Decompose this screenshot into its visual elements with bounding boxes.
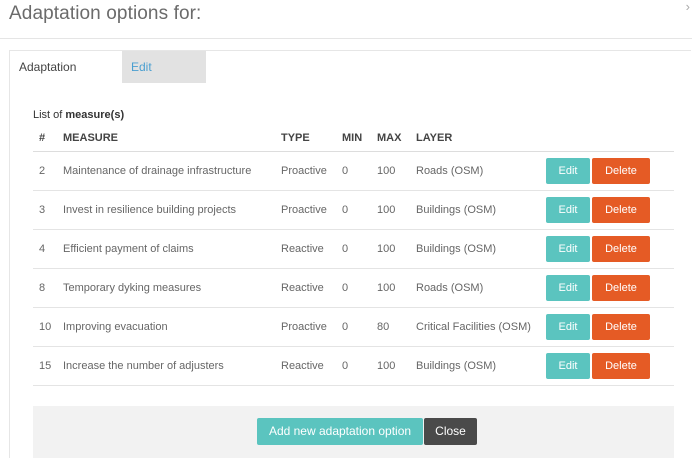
cell-actions: Edit Delete: [540, 151, 674, 191]
close-button[interactable]: Close: [424, 418, 477, 445]
column-header-max: MAX: [371, 125, 410, 152]
tab-edit-measure[interactable]: Edit measure: [122, 51, 206, 106]
column-header-min: MIN: [336, 125, 371, 152]
cell-measure: Invest in resilience building projects: [57, 190, 275, 230]
cell-type: Reactive: [275, 346, 336, 386]
edit-button[interactable]: Edit: [546, 197, 590, 223]
edit-button[interactable]: Edit: [546, 158, 590, 184]
cell-min: 0: [336, 151, 371, 191]
column-header-id: #: [33, 125, 57, 152]
cell-layer: Buildings (OSM): [410, 229, 540, 269]
table-row: 8 Temporary dyking measures Reactive 0 1…: [33, 268, 674, 308]
cell-actions: Edit Delete: [540, 307, 674, 347]
edit-button[interactable]: Edit: [546, 353, 590, 379]
cell-measure: Maintenance of drainage infrastructure: [57, 151, 275, 191]
cell-actions: Edit Delete: [540, 229, 674, 269]
cell-actions: Edit Delete: [540, 268, 674, 308]
cell-id: 4: [33, 229, 57, 269]
column-header-actions: [540, 125, 674, 152]
list-caption: List of measure(s): [33, 109, 124, 121]
close-icon[interactable]: ›: [686, 0, 690, 14]
cell-max: 80: [371, 307, 410, 347]
table-row: 15 Increase the number of adjusters Reac…: [33, 346, 674, 386]
add-adaptation-option-button[interactable]: Add new adaptation option: [257, 418, 423, 445]
table-header-row: # MEASURE TYPE MIN MAX LAYER: [33, 125, 674, 152]
cell-max: 100: [371, 151, 410, 191]
cell-type: Proactive: [275, 307, 336, 347]
cell-id: 15: [33, 346, 57, 386]
tab-adaptation-options[interactable]: Adaptation options: [10, 51, 122, 106]
cell-type: Proactive: [275, 190, 336, 230]
cell-id: 8: [33, 268, 57, 308]
cell-type: Proactive: [275, 151, 336, 191]
cell-id: 2: [33, 151, 57, 191]
delete-button[interactable]: Delete: [592, 158, 650, 184]
measures-table: # MEASURE TYPE MIN MAX LAYER 2 Maintenan…: [33, 125, 674, 386]
table-row: 3 Invest in resilience building projects…: [33, 190, 674, 230]
cell-actions: Edit Delete: [540, 190, 674, 230]
delete-button[interactable]: Delete: [592, 353, 650, 379]
cell-max: 100: [371, 346, 410, 386]
edit-button[interactable]: Edit: [546, 236, 590, 262]
cell-id: 3: [33, 190, 57, 230]
cell-actions: Edit Delete: [540, 346, 674, 386]
modal-footer: Add new adaptation option Close: [33, 406, 674, 458]
cell-min: 0: [336, 229, 371, 269]
delete-button[interactable]: Delete: [592, 314, 650, 340]
cell-layer: Roads (OSM): [410, 151, 540, 191]
cell-layer: Critical Facilities (OSM): [410, 307, 540, 347]
column-header-type: TYPE: [275, 125, 336, 152]
cell-type: Reactive: [275, 229, 336, 269]
cell-min: 0: [336, 268, 371, 308]
cell-min: 0: [336, 307, 371, 347]
list-caption-prefix: List of: [33, 109, 66, 121]
column-header-layer: LAYER: [410, 125, 540, 152]
cell-max: 100: [371, 229, 410, 269]
table-row: 10 Improving evacuation Proactive 0 80 C…: [33, 307, 674, 347]
table-row: 4 Efficient payment of claims Reactive 0…: [33, 229, 674, 269]
list-caption-bold: measure(s): [65, 109, 125, 121]
delete-button[interactable]: Delete: [592, 197, 650, 223]
modal-header: Adaptation options for: ›: [0, 0, 692, 39]
edit-button[interactable]: Edit: [546, 314, 590, 340]
cell-min: 0: [336, 346, 371, 386]
cell-layer: Buildings (OSM): [410, 346, 540, 386]
cell-type: Reactive: [275, 268, 336, 308]
cell-min: 0: [336, 190, 371, 230]
cell-measure: Improving evacuation: [57, 307, 275, 347]
cell-max: 100: [371, 268, 410, 308]
delete-button[interactable]: Delete: [592, 236, 650, 262]
table-row: 2 Maintenance of drainage infrastructure…: [33, 151, 674, 191]
cell-measure: Temporary dyking measures: [57, 268, 275, 308]
column-header-measure: MEASURE: [57, 125, 275, 152]
edit-button[interactable]: Edit: [546, 275, 590, 301]
cell-id: 10: [33, 307, 57, 347]
cell-layer: Buildings (OSM): [410, 190, 540, 230]
cell-layer: Roads (OSM): [410, 268, 540, 308]
delete-button[interactable]: Delete: [592, 275, 650, 301]
cell-measure: Increase the number of adjusters: [57, 346, 275, 386]
cell-max: 100: [371, 190, 410, 230]
cell-measure: Efficient payment of claims: [57, 229, 275, 269]
modal-title: Adaptation options for:: [9, 3, 202, 24]
